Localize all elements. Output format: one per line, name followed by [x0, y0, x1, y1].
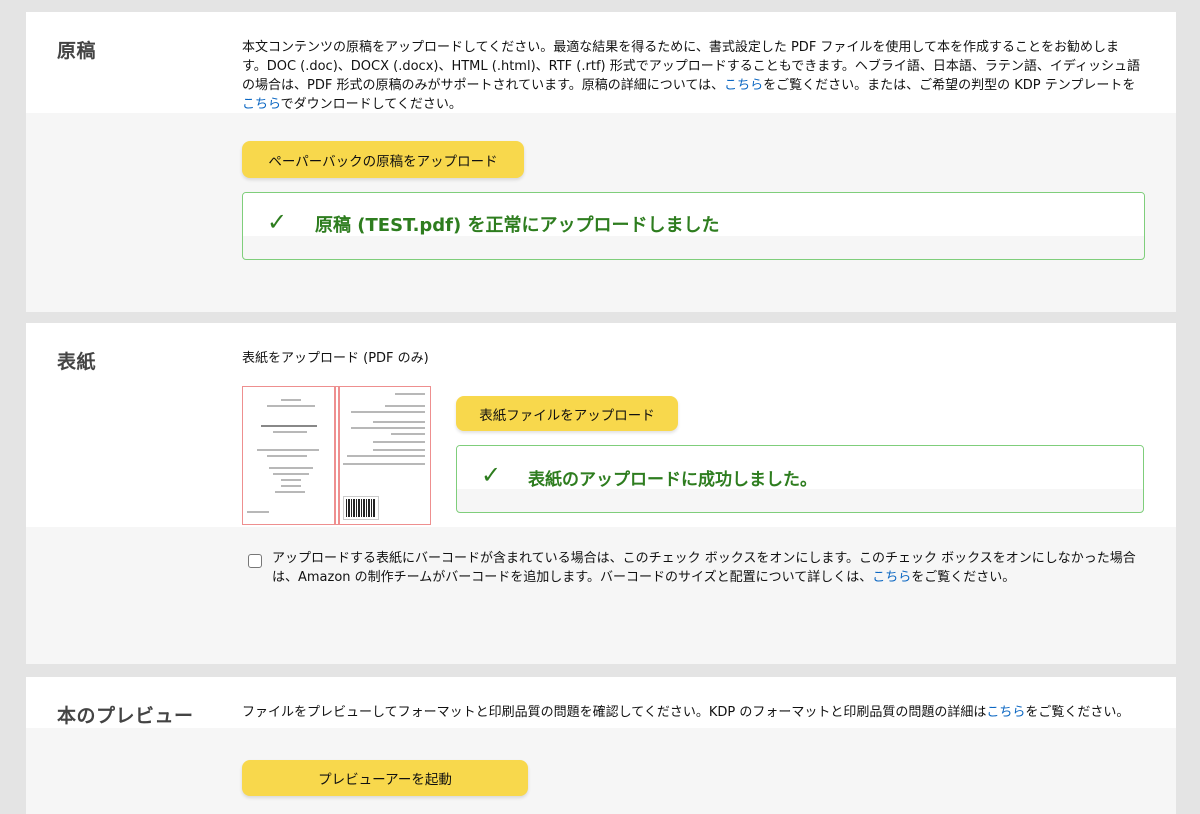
barcode-image	[343, 496, 379, 520]
preview-desc-text-2: をご覧ください。	[1025, 705, 1130, 720]
barcode-details-link[interactable]: こちら	[872, 570, 911, 585]
preview-description: ファイルをプレビューしてフォーマットと印刷品質の問題を確認してください。KDP …	[242, 703, 1142, 722]
manuscript-desc-text-2: をご覧ください。または、ご希望の判型の KDP テンプレートを	[763, 78, 1136, 93]
manuscript-details-link[interactable]: こちら	[724, 78, 763, 93]
check-icon: ✓	[267, 208, 288, 236]
manuscript-section: 原稿 本文コンテンツの原稿をアップロードしてください。最適な結果を得るために、書…	[26, 12, 1176, 312]
cover-success-text: 表紙のアップロードに成功しました。	[528, 470, 817, 490]
manuscript-success-message: ✓ 原稿 (TEST.pdf) を正常にアップロードしました	[242, 192, 1145, 260]
manuscript-title: 原稿	[57, 40, 97, 62]
kdp-template-link[interactable]: こちら	[242, 97, 281, 112]
check-icon: ✓	[481, 461, 502, 489]
manuscript-description: 本文コンテンツの原稿をアップロードしてください。最適な結果を得るために、書式設定…	[242, 38, 1142, 114]
cover-success-message: ✓ 表紙のアップロードに成功しました。	[456, 445, 1144, 513]
barcode-checkbox[interactable]	[248, 554, 262, 568]
manuscript-success-text: 原稿 (TEST.pdf) を正常にアップロードしました	[315, 215, 720, 236]
cover-preview-thumbnail	[242, 386, 431, 525]
cover-section: 表紙 表紙をアップロード (PDF のみ) 表紙ファイルをアップロード ✓ 表紙…	[26, 323, 1176, 664]
preview-title: 本のプレビュー	[57, 705, 194, 727]
book-preview-section: 本のプレビュー ファイルをプレビューしてフォーマットと印刷品質の問題を確認してく…	[26, 677, 1176, 814]
barcode-description: アップロードする表紙にバーコードが含まれている場合は、このチェック ボックスをオ…	[272, 549, 1146, 587]
preview-details-link[interactable]: こちら	[986, 705, 1025, 720]
upload-cover-button[interactable]: 表紙ファイルをアップロード	[456, 396, 678, 431]
barcode-desc-text-2: をご覧ください。	[911, 570, 1016, 585]
manuscript-desc-text-3: でダウンロードしてください。	[280, 97, 462, 112]
upload-manuscript-button[interactable]: ペーパーバックの原稿をアップロード	[242, 141, 524, 178]
cover-subtitle: 表紙をアップロード (PDF のみ)	[242, 351, 429, 366]
preview-desc-text-1: ファイルをプレビューしてフォーマットと印刷品質の問題を確認してください。KDP …	[242, 705, 987, 720]
launch-previewer-button[interactable]: プレビューアーを起動	[242, 760, 528, 796]
cover-title: 表紙	[57, 351, 97, 373]
